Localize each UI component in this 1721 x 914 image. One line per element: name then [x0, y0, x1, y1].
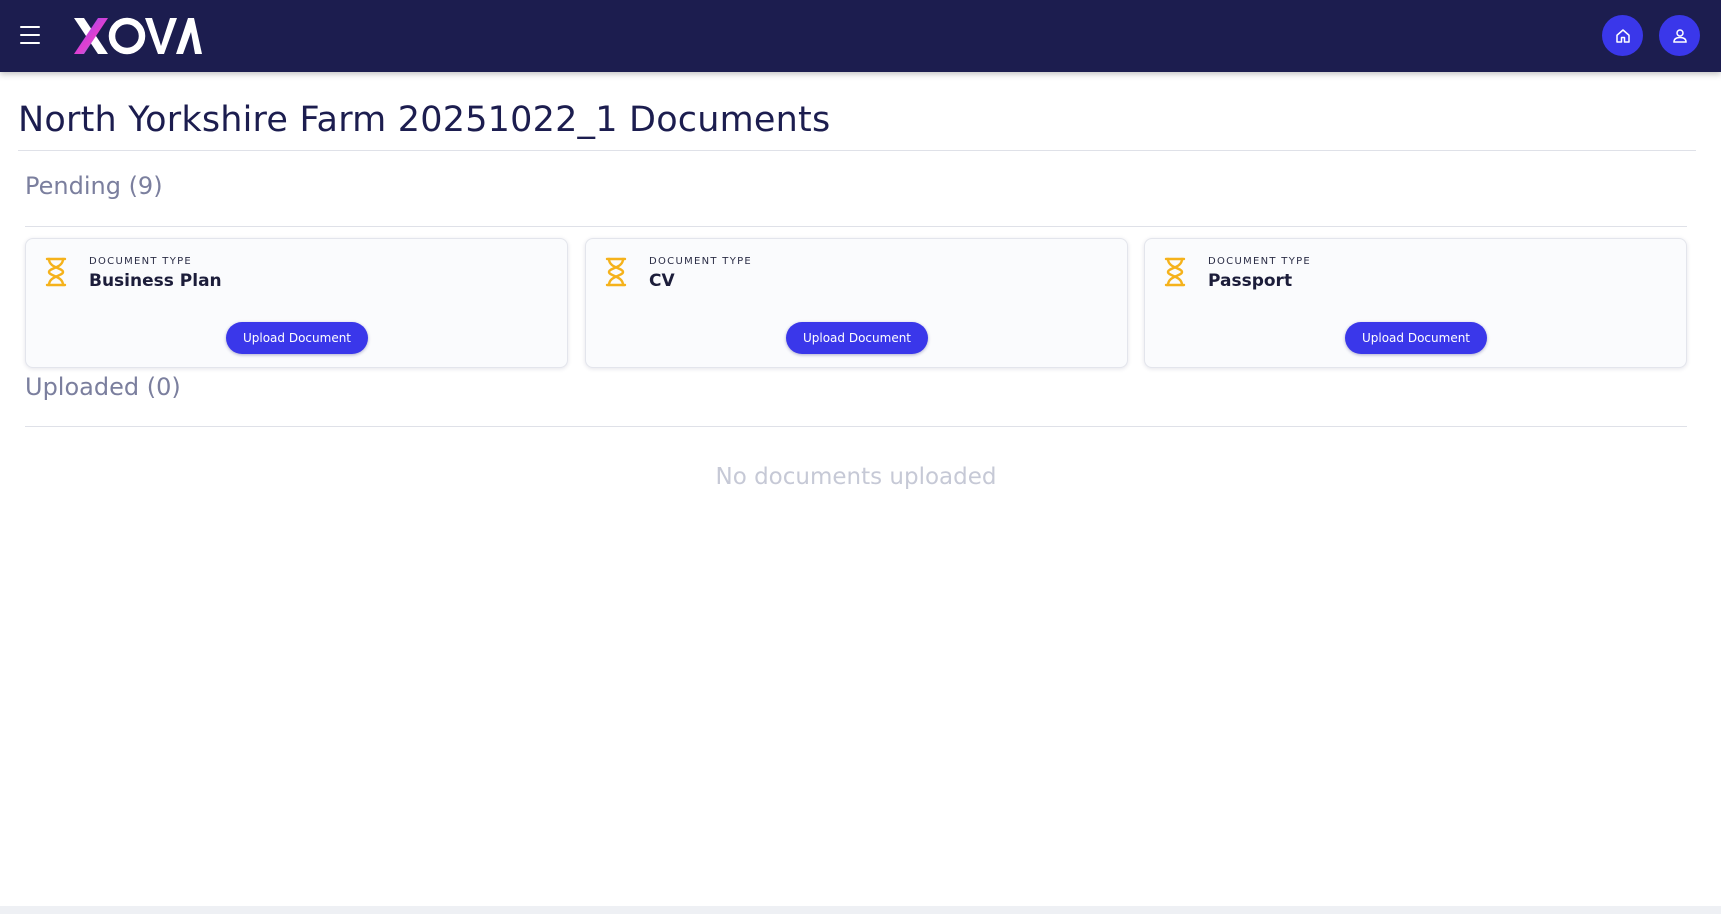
pending-document-card: DOCUMENT TYPE Passport Upload Document: [1144, 238, 1687, 368]
documents-panel: North Yorkshire Farm 20251022_1 Document…: [0, 72, 1721, 914]
document-type-label: DOCUMENT TYPE: [89, 256, 193, 267]
home-button[interactable]: [1602, 15, 1643, 56]
uploaded-section-heading: Uploaded (0): [25, 373, 181, 401]
document-type-name: CV: [649, 271, 675, 291]
pending-document-card: DOCUMENT TYPE Business Plan Upload Docum…: [25, 238, 568, 368]
hourglass-icon: [605, 257, 627, 287]
pending-section-heading: Pending (9): [25, 172, 163, 200]
user-icon: [1672, 28, 1687, 43]
hamburger-menu-icon[interactable]: [20, 26, 42, 44]
title-divider: [18, 150, 1696, 151]
hourglass-icon: [1164, 257, 1186, 287]
pending-divider: [25, 226, 1687, 227]
xova-logo[interactable]: [72, 14, 202, 58]
document-type-name: Business Plan: [89, 271, 222, 291]
upload-document-button[interactable]: Upload Document: [786, 322, 928, 354]
document-type-label: DOCUMENT TYPE: [649, 256, 753, 267]
hourglass-icon: [45, 257, 67, 287]
upload-document-button[interactable]: Upload Document: [1345, 322, 1487, 354]
page-footer-strip: [0, 906, 1721, 914]
top-navigation-bar: [0, 0, 1721, 72]
uploaded-divider: [25, 426, 1687, 427]
document-type-name: Passport: [1208, 271, 1293, 291]
pending-document-card: DOCUMENT TYPE CV Upload Document: [585, 238, 1128, 368]
empty-state-message: No documents uploaded: [715, 464, 997, 490]
document-type-label: DOCUMENT TYPE: [1208, 256, 1312, 267]
user-profile-button[interactable]: [1659, 15, 1700, 56]
upload-document-button[interactable]: Upload Document: [226, 322, 368, 354]
home-icon: [1615, 28, 1630, 43]
page-title: North Yorkshire Farm 20251022_1 Document…: [18, 100, 831, 140]
